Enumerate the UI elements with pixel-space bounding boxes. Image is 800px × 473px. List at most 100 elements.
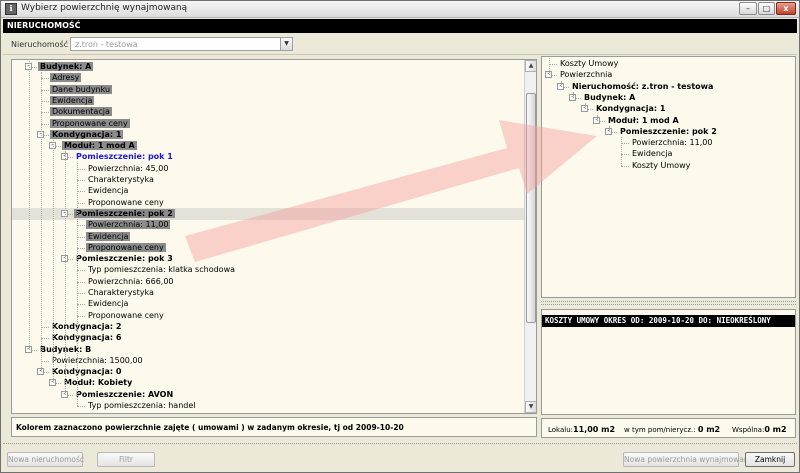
panel-splitter[interactable] [541,301,796,305]
new-rented-area-button[interactable]: Nowa powierzchnia wynajmowana [623,452,753,467]
tree-node[interactable]: Powierzchnia: 11,00 [630,137,714,149]
tree-node[interactable]: Kondygnacja: 0 [50,366,123,378]
tree-node-label: Kondygnacja: 6 [52,333,122,343]
filter-button[interactable]: Filtr [97,452,155,467]
minimize-button[interactable]: – [739,2,757,15]
tree-node[interactable]: Ewidencja [50,95,95,107]
tree-guide-line [65,151,66,395]
tree-node[interactable]: Kondygnacja: 1 [50,129,124,141]
tree-node-label: Charakterystyka [88,175,154,184]
tree-node-label: Pomieszczenie: pok 2 [620,126,717,136]
tree-node[interactable]: Moduł: 1 mod A [606,115,681,127]
pom-label: w tym pom/nierycz.: [624,426,696,434]
tree-node-label: Ewidencja [50,95,95,105]
app-icon: ℹ [5,3,17,15]
tree-node[interactable]: Pomieszczenie: pok 1 [74,151,175,163]
chevron-down-icon[interactable]: ▼ [280,38,292,50]
tree-node[interactable]: Kondygnacja: 6 [50,332,123,344]
tree-node[interactable]: Nieruchomość: z.tron - testowa [570,81,715,93]
tree-node-label: Koszty Umowy [560,59,619,68]
tree-connector [77,225,85,227]
tree-node-label: Budynek: A [584,92,636,102]
tree-node[interactable]: Kondygnacja: 2 [50,321,123,333]
tree-connector [77,406,85,407]
tree-node[interactable]: Ewidencja [86,298,130,310]
title-bar[interactable]: ℹ Wybierz powierzchnię wynajmowaną – □ x [1,1,799,18]
tree-connector [77,202,85,204]
area-summary-bar: Lokalu:11,00 m2 w tym pom/nierycz.: 0 m2… [541,418,796,438]
tree-node[interactable]: Powierzchnia: 11,00 [86,219,171,231]
tree-node[interactable]: Charakterystyka [86,287,156,299]
tree-node[interactable]: Powierzchnia: 666,00 [86,276,176,288]
tree-node[interactable]: Budynek: A [582,92,637,104]
tree-connector [77,247,85,249]
tree-node[interactable]: Proponowane ceny [86,242,166,254]
tree-connector [77,293,85,294]
tree-connector [41,123,49,125]
tree-node[interactable]: Budynek: A [38,61,94,73]
close-button[interactable]: Zamknij [745,452,795,467]
tree-node[interactable]: Pomieszczenie: AVON [74,389,175,401]
tree-node[interactable]: Koszty Umowy [630,160,692,172]
tree-guide-line [585,103,586,110]
close-window-button[interactable]: x [776,2,796,15]
property-combobox[interactable]: z.tron - testowa ▼ [70,37,293,51]
tree-node[interactable]: Dokumentacja [50,106,112,118]
tree-guide-line [53,140,54,384]
scrollbar-thumb[interactable] [526,93,536,323]
status-bar: Kolorem zaznaczono powierzchnie zajęte (… [11,417,537,437]
bottom-separator [3,443,797,444]
property-tree-panel: - Budynek: A Adresy Dane budynku Ewidencja Do… [11,59,537,414]
tree-guide-line [549,58,550,76]
tree-node[interactable]: Ewidencja [630,148,674,160]
tree-node[interactable]: Typ pomieszczenia: handel [86,400,198,412]
tree-connector [41,360,49,362]
tree-connector [41,78,49,80]
tree-node[interactable]: Powierzchnia [558,69,614,81]
tree-node-label: Powierzchnia: 666,00 [88,276,174,286]
tree-node-label: Pomieszczenie: pok 2 [74,208,175,218]
tree-connector [41,112,49,114]
tree-node[interactable]: Moduł: Kobiety [62,377,134,389]
tree-node-label: Proponowane ceny [86,242,166,252]
maximize-button[interactable]: □ [758,2,775,15]
tree-node[interactable]: Dane budynku [50,84,113,96]
tree-node-label: Pomieszczenie: AVON [76,389,174,399]
tree-node[interactable]: Charakterystyka [86,174,156,186]
pom-value: 0 m2 [697,425,721,434]
tree-node-label: Moduł: 1 mod A [608,115,679,125]
selected-area-tree-panel: Koszty Umowy - Powierzchnia - Nieruchomość: … [541,56,796,298]
vertical-scrollbar[interactable]: ▲ ▼ [524,60,536,413]
tree-node[interactable]: Ewidencja [86,185,130,197]
tree-connector [77,270,85,272]
tree-node-label: Pomieszczenie: pok 1 [76,152,173,162]
tree-node[interactable]: Powierzchnia: 45,00 [86,163,170,175]
tree-node[interactable]: Proponowane ceny [50,118,130,130]
tree-guide-line [573,91,574,98]
tree-node[interactable]: Proponowane ceny [86,310,166,322]
scroll-up-icon[interactable]: ▲ [525,60,536,72]
tree-connector [77,315,85,317]
window-title: Wybierz powierzchnię wynajmowaną [21,3,188,13]
tree-connector [621,154,629,156]
tree-node-label: Typ pomieszczenia: klatka schodowa [88,265,236,275]
tree-node[interactable]: Kondygnacja: 1 [594,103,667,115]
tree-node[interactable]: Pomieszczenie: pok 2 [618,126,719,138]
tree-node-label: Proponowane ceny [50,118,130,128]
tree-node[interactable]: Pomieszczenie: pok 3 [74,253,175,265]
scroll-down-icon[interactable]: ▼ [525,401,536,413]
tree-node[interactable]: Proponowane ceny [86,197,166,209]
tree-node[interactable]: Koszty Umowy [558,58,620,70]
tree-node[interactable]: Ewidencja [86,231,131,243]
tree-node-label: Charakterystyka [88,288,154,297]
tree-node-label: Kondygnacja: 2 [52,321,122,331]
tree-node[interactable]: Adresy [50,72,82,84]
tree-node-label: Adresy [50,73,82,83]
tree-node[interactable]: Pomieszczenie: pok 2 [74,208,175,220]
tree-node[interactable]: Moduł: 1 mod A [62,140,137,152]
tree-node[interactable]: Typ pomieszczenia: klatka schodowa [86,264,237,276]
button-bar: Nowa nieruchomość Filtr Nowa powierzchni… [3,447,797,472]
tree-connector [77,180,85,181]
tree-guide-line [609,125,610,132]
new-property-button[interactable]: Nowa nieruchomość [7,452,84,467]
